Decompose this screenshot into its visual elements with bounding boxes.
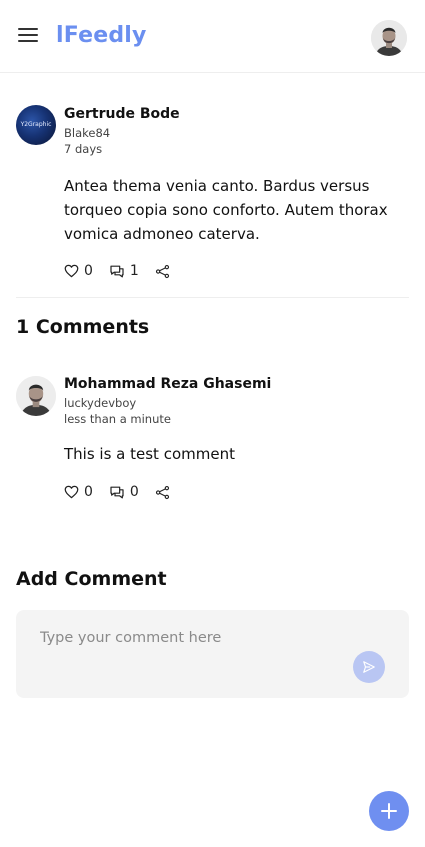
commenter-name[interactable]: Mohammad Reza Ghasemi [64,376,271,392]
send-button[interactable] [353,651,385,683]
post-actions: 0 1 [64,262,186,280]
comment-content: This is a test comment [64,445,235,463]
like-count: 0 [84,263,93,279]
brand-logo[interactable]: lFeedly [56,23,147,48]
share-icon [155,485,169,499]
commenter-avatar[interactable] [16,376,56,416]
commenter-username: luckydevboy [64,396,137,410]
post-content: Antea thema venia canto. Bardus versus t… [64,177,388,243]
add-comment-heading: Add Comment [16,568,167,590]
comment-form [16,610,409,698]
author-name[interactable]: Gertrude Bode [64,106,180,122]
comment-reply-count: 0 [129,484,139,500]
comment-icon [110,486,124,498]
comment-like-button[interactable]: 0 [64,484,93,500]
comment-input[interactable] [40,626,340,650]
section-divider [16,297,409,298]
author-username: Blake84 [64,126,111,140]
send-icon [363,661,375,673]
author-avatar[interactable]: Y2Graphic [16,105,56,145]
comment-count: 1 [129,263,139,279]
heart-icon [64,485,79,499]
comment-button[interactable]: 1 [109,263,139,279]
avatar-logo-text: Y2Graphic [20,121,52,128]
app-header: lFeedly [0,0,425,73]
post-timestamp: 7 days [64,142,103,156]
user-avatar[interactable] [371,20,407,56]
like-button[interactable]: 0 [64,263,93,279]
plus-icon [381,803,397,819]
comment-actions: 0 0 [64,483,186,501]
comment-icon [110,265,124,277]
share-button[interactable] [155,264,170,279]
comment-share-button[interactable] [155,485,170,500]
menu-icon[interactable] [18,28,38,44]
create-post-button[interactable] [369,791,409,831]
heart-icon [64,264,79,278]
comment-reply-button[interactable]: 0 [109,484,139,500]
comments-heading: 1 Comments [16,316,150,338]
comment-like-count: 0 [84,484,93,500]
share-icon [155,264,169,278]
comment-timestamp: less than a minute [64,412,171,426]
